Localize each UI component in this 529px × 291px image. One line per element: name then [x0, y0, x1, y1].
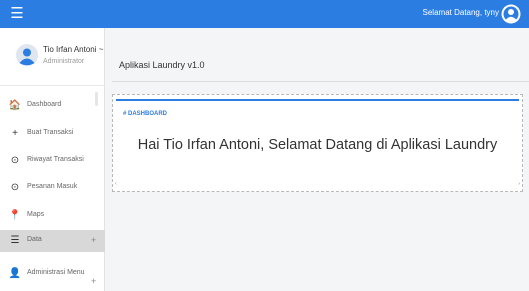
scroll-left-icon[interactable]: ‹ — [115, 181, 117, 187]
sidebar: Tio Irfan Antoni ~ Administrator 🏠 Dashb… — [0, 28, 105, 291]
avatar — [16, 44, 38, 66]
divider — [112, 81, 529, 82]
sidebar-item-label: Buat Transaksi — [27, 129, 74, 136]
person-icon: 👤 — [8, 268, 22, 279]
dashboard-panel: # DASHBOARD Hai Tio Irfan Antoni, Selama… — [112, 94, 523, 192]
sidebar-item-dashboard[interactable]: 🏠 Dashboard — [0, 95, 105, 117]
main-content: Aplikasi Laundry v1.0 # DASHBOARD Hai Ti… — [106, 28, 529, 291]
scroll-right-icon[interactable]: › — [518, 181, 520, 187]
page-title: Aplikasi Laundry v1.0 — [119, 60, 205, 70]
expand-icon[interactable]: + — [91, 276, 96, 286]
user-name[interactable]: Tio Irfan Antoni ~ — [43, 45, 103, 54]
list-icon: ☰ — [10, 235, 20, 246]
sidebar-item-label: Maps — [27, 211, 45, 218]
sidebar-item-label: Data — [27, 236, 42, 243]
sidebar-item-maps[interactable]: 📍 Maps — [0, 205, 105, 227]
sidebar-item-data[interactable]: ☰ Data + — [0, 230, 105, 252]
clock-icon: ⊙ — [10, 182, 20, 193]
sidebar-item-riwayat-transaksi[interactable]: ⊙ Riwayat Transaksi — [0, 150, 105, 172]
user-circle-icon[interactable] — [501, 4, 521, 24]
sidebar-item-buat-transaksi[interactable]: + Buat Transaksi — [0, 123, 105, 145]
welcome-heading: Hai Tio Irfan Antoni, Selamat Datang di … — [137, 137, 498, 153]
panel-accent-bar — [116, 99, 519, 101]
greeting-text: Selamat Datang, tyny — [422, 8, 499, 17]
plus-icon: + — [12, 128, 18, 139]
sidebar-item-label: Riwayat Transaksi — [27, 156, 84, 163]
user-role: Administrator — [43, 58, 85, 65]
expand-icon[interactable]: + — [91, 235, 96, 245]
sidebar-item-label: Administrasi Menu — [27, 269, 85, 276]
sidebar-item-administrasi-menu[interactable]: 👤 Administrasi Menu + — [0, 263, 105, 286]
clock-icon: ⊙ — [10, 155, 20, 166]
sidebar-item-label: Pesanan Masuk — [27, 183, 78, 190]
map-marker-icon: 📍 — [8, 210, 22, 221]
sidebar-item-label: Dashboard — [27, 101, 62, 108]
home-icon: 🏠 — [8, 100, 22, 111]
hamburger-icon[interactable]: ☰ — [8, 5, 26, 23]
top-navbar: ☰ Selamat Datang, tyny — [0, 0, 529, 28]
sidebar-item-pesanan-masuk[interactable]: ⊙ Pesanan Masuk — [0, 177, 105, 199]
user-profile: Tio Irfan Antoni ~ Administrator — [0, 28, 105, 86]
panel-label: # DASHBOARD — [123, 111, 168, 117]
